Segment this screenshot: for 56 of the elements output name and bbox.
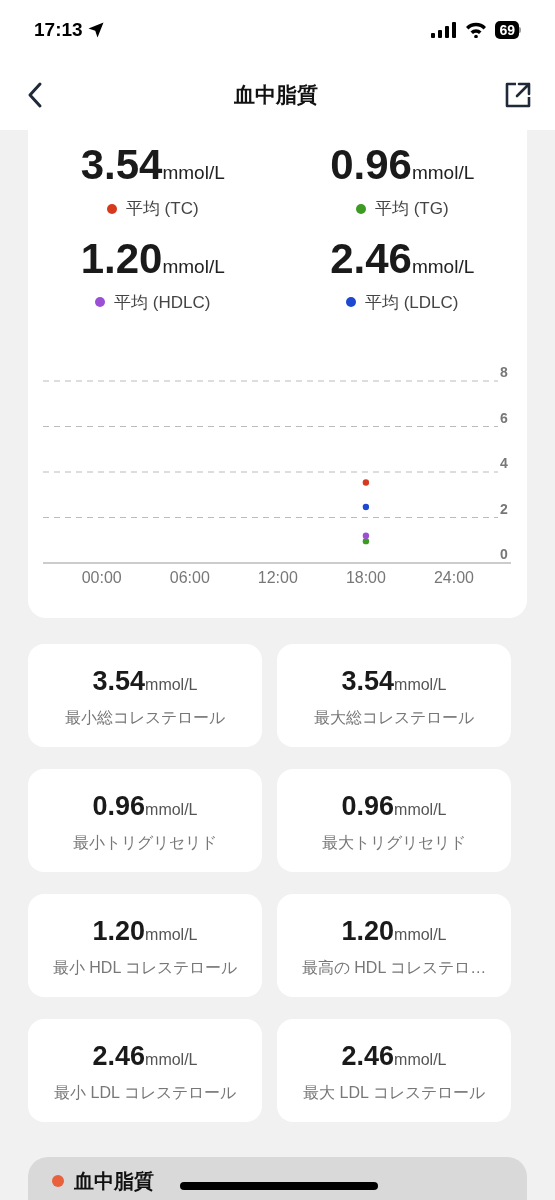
unit-label: mmol/L [145,1050,198,1071]
stat-label: 最大トリグリセリド [322,832,466,853]
unit-label: mmol/L [162,162,225,185]
signal-icon [431,22,458,38]
data-point [362,479,370,486]
location-arrow-icon [86,21,105,39]
unit-label: mmol/L [162,254,225,279]
stat-label: 最小 HDL コレステロール [52,957,238,978]
stat-value: 1.20 [341,915,395,949]
unit-label: mmol/L [394,676,447,696]
stat-value: 1.20 [92,915,146,949]
x-tick-label: 00:00 [81,569,122,586]
section-title: 血中脂質 [74,1169,154,1193]
unit-label: mmol/L [411,254,475,279]
x-tick-label: 18:00 [345,569,386,586]
average-value: 0.96 [330,140,412,190]
y-tick-label: 4 [500,455,508,471]
battery-level: 69 [495,21,519,39]
stat-value: 0.96 [92,790,146,824]
unit-label: mmol/L [394,800,447,821]
x-tick-label: 12:00 [257,569,298,586]
stat-value: 3.54 [341,665,395,699]
unit-label: mmol/L [145,800,198,821]
page-title: 血中脂質 [233,82,318,109]
stat-value: 2.46 [341,1040,395,1074]
stat-label: 最大総コレステロール [314,707,474,728]
data-point [362,503,370,511]
y-tick-label: 0 [500,546,508,562]
stat-label: 最小 LDL コレステロール [54,1082,236,1103]
unit-label: mmol/L [145,925,198,946]
share-button[interactable] [503,80,533,110]
stat-label: 最小トリグリセリド [73,832,217,853]
wifi-icon [465,22,488,38]
legend-label: 平均 (HDLC) [114,291,211,314]
status-time: 17:13 [34,17,83,42]
legend-label: 平均 (TG) [374,198,449,220]
y-tick-label: 8 [500,364,508,380]
unit-label: mmol/L [145,676,198,696]
y-tick-label: 2 [500,500,508,517]
x-tick-label: 24:00 [433,569,474,586]
average-value: 3.54 [80,140,163,190]
legend-label: 平均 (LDLC) [365,291,459,314]
stat-label: 最高の HDL コレステロ… [301,957,487,978]
stat-value: 2.46 [92,1040,146,1074]
unit-label: mmol/L [394,925,447,946]
average-value: 1.20 [80,233,163,284]
x-tick-label: 06:00 [169,569,210,586]
stat-label: 最小総コレステロール [65,707,225,728]
unit-label: mmol/L [394,1050,447,1071]
y-tick-label: 6 [500,409,508,426]
average-value: 2.46 [330,233,412,284]
legend-label: 平均 (TC) [125,198,199,220]
stat-value: 0.96 [341,790,395,824]
stat-label: 最大 LDL コレステロール [303,1082,485,1103]
stat-value: 3.54 [92,665,146,699]
unit-label: mmol/L [411,161,475,185]
